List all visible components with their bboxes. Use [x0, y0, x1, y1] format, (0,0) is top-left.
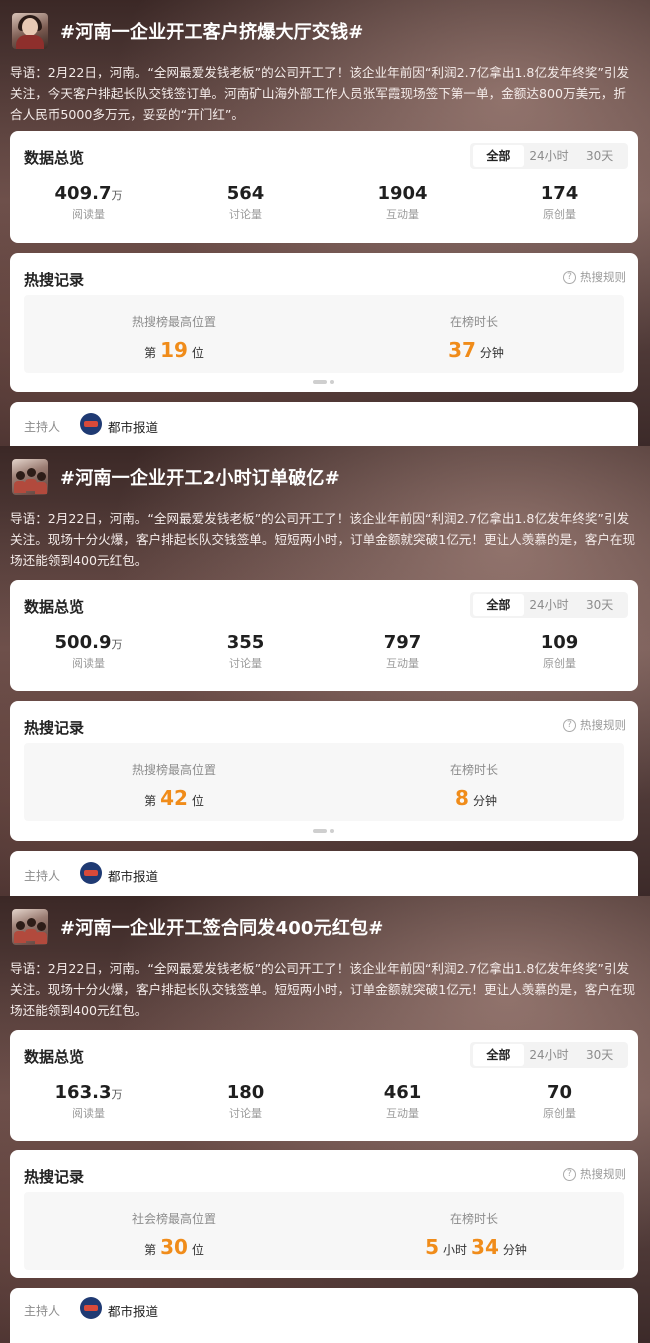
time-on-list: 在榜时长 5 小时 34 分钟	[425, 1212, 527, 1259]
hot-search-rule-link[interactable]: ? 热搜规则	[563, 717, 626, 733]
stat-originals: 174 原创量	[540, 183, 579, 221]
time-on-list: 在榜时长 37 分钟	[448, 315, 504, 362]
overview-title: 数据总览	[24, 149, 85, 167]
question-icon: ?	[563, 718, 576, 732]
host-row[interactable]: 主持人 都市报道	[10, 1288, 638, 1343]
stat-interactions: 461 互动量	[383, 1082, 422, 1120]
hot-search-card: 热搜记录 ? 热搜规则 社会榜最高位置 第 30 位 在榜时长 5 小时 34 分钟	[10, 1150, 638, 1278]
host-row[interactable]: 主持人 都市报道	[10, 402, 638, 446]
tab-30d[interactable]: 30天	[574, 145, 625, 167]
host-name[interactable]: 都市报道	[108, 866, 158, 885]
host-avatar[interactable]	[80, 413, 102, 435]
tab-30d[interactable]: 30天	[574, 594, 625, 616]
time-range-tabs: 全部 24小时 30天	[470, 1042, 628, 1068]
stat-originals: 109 原创量	[540, 632, 579, 670]
topic-header: #河南一企业开工客户挤爆大厅交钱#	[12, 10, 364, 52]
hot-search-title: 热搜记录	[24, 719, 85, 737]
hot-search-summary: 热搜榜最高位置 第 19 位 在榜时长 37 分钟	[24, 295, 624, 373]
host-name[interactable]: 都市报道	[108, 417, 158, 436]
hot-search-summary: 社会榜最高位置 第 30 位 在榜时长 5 小时 34 分钟	[24, 1192, 624, 1270]
topic-title[interactable]: #河南一企业开工2小时订单破亿#	[60, 464, 340, 490]
topic-avatar[interactable]	[12, 13, 48, 49]
topic-intro: 导语：2月22日，河南。“全网最爱发钱老板”的公司开工了！该企业年前因“利润2.…	[10, 65, 630, 122]
host-label: 主持人	[24, 869, 61, 883]
host-label: 主持人	[24, 420, 61, 434]
question-icon: ?	[563, 270, 576, 284]
hot-search-title: 热搜记录	[24, 271, 85, 289]
topic-panel: #河南一企业开工签合同发400元红包# 导语：2月22日，河南。“全网最爱发钱老…	[0, 896, 650, 1343]
topic-intro: 导语：2月22日，河南。“全网最爱发钱老板”的公司开工了！该企业年前因“利润2.…	[10, 511, 636, 568]
hot-search-card: 热搜记录 ? 热搜规则 热搜榜最高位置 第 19 位 在榜时长 37 分钟	[10, 253, 638, 392]
best-rank: 社会榜最高位置 第 30 位	[131, 1212, 216, 1259]
data-overview-card: 数据总览 全部 24小时 30天 409.7万 阅读量 564 讨论量 1904…	[10, 131, 638, 243]
topic-header: #河南一企业开工签合同发400元红包#	[12, 906, 384, 948]
hot-search-rule-link[interactable]: ? 热搜规则	[563, 1166, 626, 1182]
tab-24h[interactable]: 24小时	[524, 1044, 575, 1066]
stat-discussions: 180 讨论量	[226, 1082, 265, 1120]
host-name[interactable]: 都市报道	[108, 1301, 158, 1320]
topic-panel: #河南一企业开工2小时订单破亿# 导语：2月22日，河南。“全网最爱发钱老板”的…	[0, 446, 650, 896]
stat-reads: 409.7万 阅读量	[54, 183, 123, 221]
data-overview-card: 数据总览 全部 24小时 30天 500.9万 阅读量 355 讨论量 797 …	[10, 580, 638, 691]
overview-stats: 409.7万 阅读量 564 讨论量 1904 互动量 174 原创量	[10, 183, 638, 222]
stat-originals: 70 原创量	[543, 1082, 576, 1120]
topic-title[interactable]: #河南一企业开工签合同发400元红包#	[60, 914, 384, 940]
time-on-list: 在榜时长 8 分钟	[449, 763, 498, 810]
topic-avatar[interactable]	[12, 909, 48, 945]
hot-search-card: 热搜记录 ? 热搜规则 热搜榜最高位置 第 42 位 在榜时长 8 分钟	[10, 701, 638, 841]
tab-24h[interactable]: 24小时	[524, 594, 575, 616]
overview-title: 数据总览	[24, 1048, 85, 1066]
data-overview-card: 数据总览 全部 24小时 30天 163.3万 阅读量 180 讨论量 461 …	[10, 1030, 638, 1141]
tab-30d[interactable]: 30天	[574, 1044, 625, 1066]
stat-reads: 163.3万 阅读量	[54, 1082, 123, 1120]
page-indicator	[313, 829, 335, 833]
topic-panel: #河南一企业开工客户挤爆大厅交钱# 导语：2月22日，河南。“全网最爱发钱老板”…	[0, 0, 650, 446]
stat-interactions: 1904 互动量	[377, 183, 428, 221]
stat-discussions: 564 讨论量	[226, 183, 265, 221]
page-indicator	[313, 380, 335, 384]
time-range-tabs: 全部 24小时 30天	[470, 592, 628, 618]
overview-stats: 163.3万 阅读量 180 讨论量 461 互动量 70 原创量	[10, 1082, 638, 1121]
topic-title[interactable]: #河南一企业开工客户挤爆大厅交钱#	[60, 18, 364, 44]
stat-interactions: 797 互动量	[383, 632, 422, 670]
host-avatar[interactable]	[80, 862, 102, 884]
stat-reads: 500.9万 阅读量	[54, 632, 123, 670]
tab-all[interactable]: 全部	[473, 1044, 524, 1066]
overview-stats: 500.9万 阅读量 355 讨论量 797 互动量 109 原创量	[10, 632, 638, 671]
host-avatar[interactable]	[80, 1297, 102, 1319]
topic-avatar[interactable]	[12, 459, 48, 495]
best-rank: 热搜榜最高位置 第 19 位	[131, 315, 216, 362]
tab-24h[interactable]: 24小时	[524, 145, 575, 167]
tab-all[interactable]: 全部	[473, 594, 524, 616]
stat-discussions: 355 讨论量	[226, 632, 265, 670]
question-icon: ?	[563, 1167, 576, 1181]
topic-header: #河南一企业开工2小时订单破亿#	[12, 456, 340, 498]
hot-search-title: 热搜记录	[24, 1168, 85, 1186]
host-label: 主持人	[24, 1304, 61, 1318]
overview-title: 数据总览	[24, 598, 85, 616]
time-range-tabs: 全部 24小时 30天	[470, 143, 628, 169]
topic-intro: 导语：2月22日，河南。“全网最爱发钱老板”的公司开工了！该企业年前因“利润2.…	[10, 961, 636, 1018]
host-row[interactable]: 主持人 都市报道	[10, 851, 638, 896]
best-rank: 热搜榜最高位置 第 42 位	[131, 763, 216, 810]
tab-all[interactable]: 全部	[473, 145, 524, 167]
hot-search-rule-link[interactable]: ? 热搜规则	[563, 269, 626, 285]
hot-search-summary: 热搜榜最高位置 第 42 位 在榜时长 8 分钟	[24, 743, 624, 821]
